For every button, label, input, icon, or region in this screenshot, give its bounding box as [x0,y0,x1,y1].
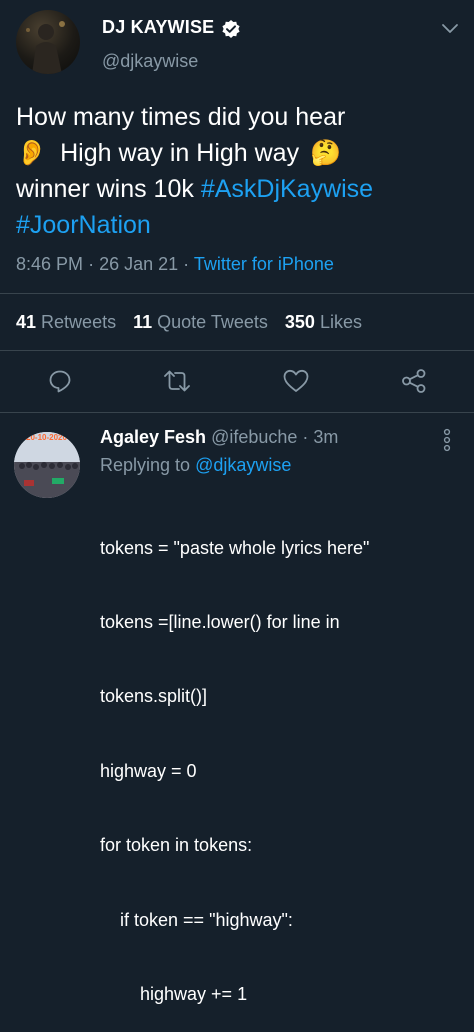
replying-to: Replying to @djkaywise [100,455,291,476]
quotes-count: 11 [133,312,153,332]
retweets-stat[interactable]: 41 Retweets [16,312,121,332]
ear-emoji: 👂 [16,139,48,167]
share-icon[interactable] [400,368,428,394]
reply-author-avatar[interactable]: 20-10-2020 [14,432,80,498]
reply-avatar-date-stamp: 20-10-2020 [26,433,67,442]
code-line: tokens = "paste whole lyrics here" [100,537,370,558]
verified-badge-icon [221,19,241,39]
code-line: tokens.split()] [100,686,208,707]
reply-author-name[interactable]: Agaley Fesh [100,427,206,447]
divider-top [0,293,474,294]
timestamp-dot-2: · [183,254,190,274]
reply-age[interactable]: 3m [313,427,338,447]
tweet-stats: 41 Retweets 11 Quote Tweets 350 Likes [16,312,362,333]
retweet-icon[interactable] [162,368,192,394]
divider-bottom [0,412,474,413]
tweet-text-line1: How many times did you hear [16,103,346,131]
timestamp-dot: · [88,254,95,274]
code-line: highway += 1 [100,983,248,1004]
like-icon[interactable] [282,368,310,394]
likes-count: 350 [284,312,315,332]
author-avatar[interactable] [16,10,80,74]
quotes-label: Quote Tweets [157,312,268,332]
author-name[interactable]: DJ KAYWISE [102,17,214,38]
author-name-text: DJ KAYWISE [102,17,215,37]
chevron-down-icon[interactable] [441,22,459,36]
quotes-stat[interactable]: 11 Quote Tweets [133,312,273,332]
code-line: tokens =[line.lower() for line in [100,611,340,632]
reply-text: tokens = "paste whole lyrics here" token… [100,486,470,1032]
reply-dot: · [302,427,309,447]
tweet-text-line2: High way in High way [60,139,300,167]
tweet-text: How many times did you hear 👂 High way i… [16,99,466,243]
author-handle[interactable]: @djkaywise [102,51,198,72]
thinking-emoji: 🤔 [310,139,342,167]
replying-to-handle[interactable]: @djkaywise [195,455,291,475]
code-line: highway = 0 [100,760,197,781]
more-vertical-icon[interactable] [442,428,452,454]
divider-middle [0,350,474,351]
code-line: for token in tokens: [100,835,253,856]
reply-author-handle[interactable]: @ifebuche [211,427,297,447]
hashtag-joornation[interactable]: #JoorNation [16,211,151,239]
retweets-count: 41 [16,312,37,332]
tweet-time: 8:46 PM [16,254,84,274]
hashtag-askdjkaywise[interactable]: #AskDjKaywise [201,175,373,203]
reply-icon[interactable] [47,368,73,394]
likes-stat[interactable]: 350 Likes [285,312,362,332]
retweets-label: Retweets [41,312,117,332]
reply-header: Agaley Fesh @ifebuche · 3m [100,427,338,448]
tweet-date: 26 Jan 21 [99,254,179,274]
tweet-timestamp: 8:46 PM · 26 Jan 21 · Twitter for iPhone [16,254,334,275]
code-line: if token == "highway": [100,909,293,930]
tweet-source[interactable]: Twitter for iPhone [194,254,334,274]
tweet-text-line3: winner wins 10k [16,175,194,203]
replying-to-label: Replying to [100,455,191,475]
likes-label: Likes [319,312,362,332]
